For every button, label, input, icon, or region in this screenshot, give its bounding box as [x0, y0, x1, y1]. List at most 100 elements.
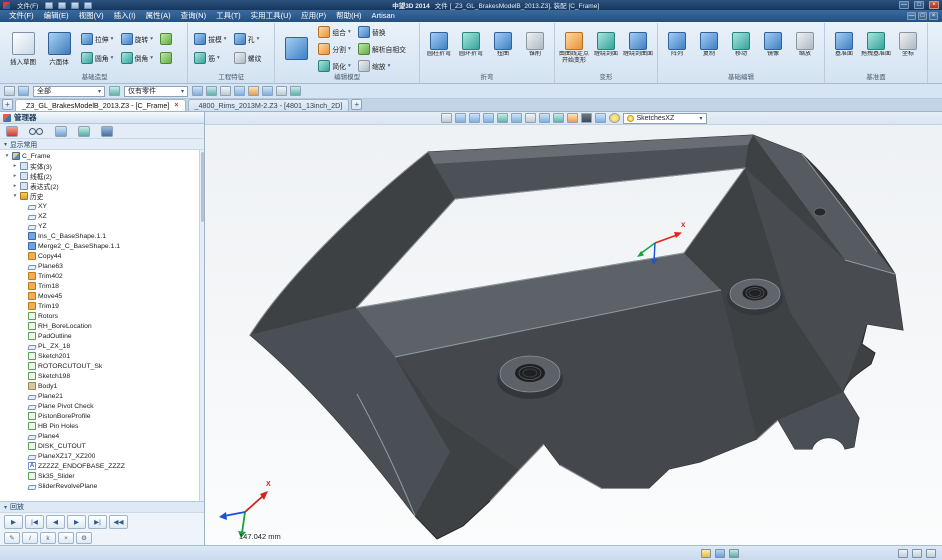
expander-icon[interactable]: ▸: [12, 183, 18, 189]
menu-item[interactable]: 编辑(E): [39, 10, 74, 22]
tree-item[interactable]: PL_ZX_18: [1, 341, 204, 351]
expander-icon[interactable]: ▾: [12, 193, 18, 199]
zoom-all-icon[interactable]: [497, 113, 508, 123]
doc-tab-active[interactable]: _Z3_GL_BrakesModelB_2013.Z3 - [C_Frame] …: [15, 99, 186, 111]
probe-button[interactable]: /: [22, 532, 38, 544]
rewind-button[interactable]: ◀◀: [109, 515, 128, 529]
edge-filter-icon[interactable]: [206, 86, 217, 96]
tree-item[interactable]: HB Pin Holes: [1, 421, 204, 431]
close-button[interactable]: [929, 1, 939, 9]
tree-item[interactable]: Plane4: [1, 431, 204, 441]
wrap-to-surface-button[interactable]: 缠绕到曲面: [623, 32, 653, 65]
tree-item[interactable]: Trim19: [1, 301, 204, 311]
extrude-button[interactable]: 拉伸 ▾: [79, 31, 118, 48]
component-filter-icon[interactable]: [262, 86, 273, 96]
pattern-button[interactable]: 阵列: [662, 32, 692, 65]
tree-item[interactable]: Body1: [1, 381, 204, 391]
section-view-icon[interactable]: [553, 113, 564, 123]
vertex-filter-icon[interactable]: [220, 86, 231, 96]
copy-button[interactable]: 复制: [694, 32, 724, 65]
edit-history-button[interactable]: ✎: [4, 532, 20, 544]
expander-icon[interactable]: ▾: [4, 153, 10, 159]
entity-filter-icon[interactable]: [109, 86, 120, 96]
assembly-manager-icon[interactable]: [101, 126, 113, 137]
delete-feature-button[interactable]: ×: [58, 532, 74, 544]
expander-icon[interactable]: ▸: [12, 173, 18, 179]
session-manager-icon[interactable]: [6, 126, 18, 137]
tree-item[interactable]: PadOutline: [1, 331, 204, 341]
tree-item[interactable]: XZ: [1, 211, 204, 221]
shaded-view-icon[interactable]: [511, 113, 522, 123]
new-file-icon[interactable]: [45, 2, 53, 9]
menu-item[interactable]: Artisan: [367, 10, 400, 22]
tree-item[interactable]: XY: [1, 201, 204, 211]
tree-item[interactable]: Rotors: [1, 311, 204, 321]
insert-sketch-button[interactable]: 插入草图: [6, 32, 40, 66]
tree-item[interactable]: PistonBoreProfile: [1, 411, 204, 421]
tree-item[interactable]: Plane63: [1, 261, 204, 271]
thread-button[interactable]: 螺纹: [232, 50, 271, 67]
tree-item[interactable]: PlaneXZ17_XZ200: [1, 451, 204, 461]
titlebar-file-menu[interactable]: 文件(F): [15, 0, 40, 10]
toroidal-bend-button[interactable]: 圆环折弯: [456, 32, 486, 65]
menu-item[interactable]: 文件(F): [4, 10, 39, 22]
light-icon[interactable]: [609, 113, 620, 123]
surfaces-filter-icon[interactable]: [78, 126, 90, 137]
taper-button[interactable]: 锥削: [520, 32, 550, 65]
sweep-icon-button[interactable]: [158, 31, 183, 48]
rotate-view-icon[interactable]: [469, 113, 480, 123]
replay-header[interactable]: 回放: [0, 501, 204, 513]
simplify-button[interactable]: 简化 ▾: [316, 58, 355, 73]
deform-by-curve-button[interactable]: 由曲线定点开始变形: [559, 32, 589, 65]
menu-item[interactable]: 插入(I): [109, 10, 141, 22]
tree-item[interactable]: ▸ 实体(3): [1, 161, 204, 171]
doc-tab[interactable]: _4800_Rims_2013M-2.Z3 - [4801_13inch_2D]: [188, 99, 350, 111]
play-button[interactable]: ▶: [4, 515, 23, 529]
section-toggle-icon[interactable]: [290, 86, 301, 96]
sheet-icon[interactable]: [701, 549, 711, 558]
tree-item[interactable]: ▾ 历史: [1, 191, 204, 201]
move-button[interactable]: 移动: [726, 32, 756, 65]
tree-item[interactable]: Sk35_Slider: [1, 471, 204, 481]
perspective-icon[interactable]: [539, 113, 550, 123]
block-button[interactable]: 六面体: [42, 32, 76, 66]
divide-button[interactable]: 分割 ▾: [316, 41, 355, 56]
replace-button[interactable]: 替换: [356, 24, 415, 39]
plane-filter-icon[interactable]: [248, 86, 259, 96]
tree-scrollbar[interactable]: [199, 150, 204, 501]
viewport-3d[interactable]: SketchesXZ X X 147.042 mm: [205, 112, 942, 545]
hole-button[interactable]: 孔 ▾: [232, 31, 271, 48]
csys-button[interactable]: 坐标: [893, 32, 923, 65]
part-icon[interactable]: [715, 549, 725, 558]
maximize-button[interactable]: [914, 1, 924, 9]
resolve-self-intersect-button[interactable]: 解析自相交: [356, 41, 415, 56]
display-icon[interactable]: [912, 549, 922, 558]
doc-restore-button[interactable]: □: [918, 12, 927, 20]
filter-part-combo[interactable]: 仅有零件: [124, 86, 188, 97]
tree-item[interactable]: ROTORCUTOUT_Sk: [1, 361, 204, 371]
menu-item[interactable]: 查询(N): [176, 10, 211, 22]
rib-button[interactable]: 筋 ▾: [192, 50, 231, 67]
undo-icon[interactable]: [84, 2, 92, 9]
tree-item[interactable]: SliderRevolvePlane: [1, 481, 204, 491]
menu-item[interactable]: 视图(V): [74, 10, 109, 22]
chamfer-button[interactable]: 倒角 ▾: [119, 50, 158, 67]
tree-item[interactable]: Sketch201: [1, 351, 204, 361]
fillet-button[interactable]: 圆角 ▾: [79, 50, 118, 67]
tree-item[interactable]: Ins_C_BaseShape.1.1: [1, 231, 204, 241]
scrollbar-thumb[interactable]: [201, 152, 205, 222]
pointer-icon[interactable]: [441, 113, 452, 123]
save-file-icon[interactable]: [71, 2, 79, 9]
layer-icon[interactable]: [595, 113, 606, 123]
step-forward-button[interactable]: ▶: [67, 515, 86, 529]
menu-item[interactable]: 帮助(H): [331, 10, 366, 22]
shell-icon-button[interactable]: [279, 37, 313, 61]
drag-datum-plane-button[interactable]: 拖拽基准面: [861, 32, 891, 65]
tree-item[interactable]: Trim18: [1, 281, 204, 291]
tree-item[interactable]: Move45: [1, 291, 204, 301]
pointer-mode-icon[interactable]: [926, 549, 936, 558]
new-tab-button[interactable]: +: [2, 99, 13, 110]
combine-button[interactable]: 组合 ▾: [316, 24, 355, 39]
assembly-icon[interactable]: [729, 549, 739, 558]
step-first-button[interactable]: |◀: [25, 515, 44, 529]
